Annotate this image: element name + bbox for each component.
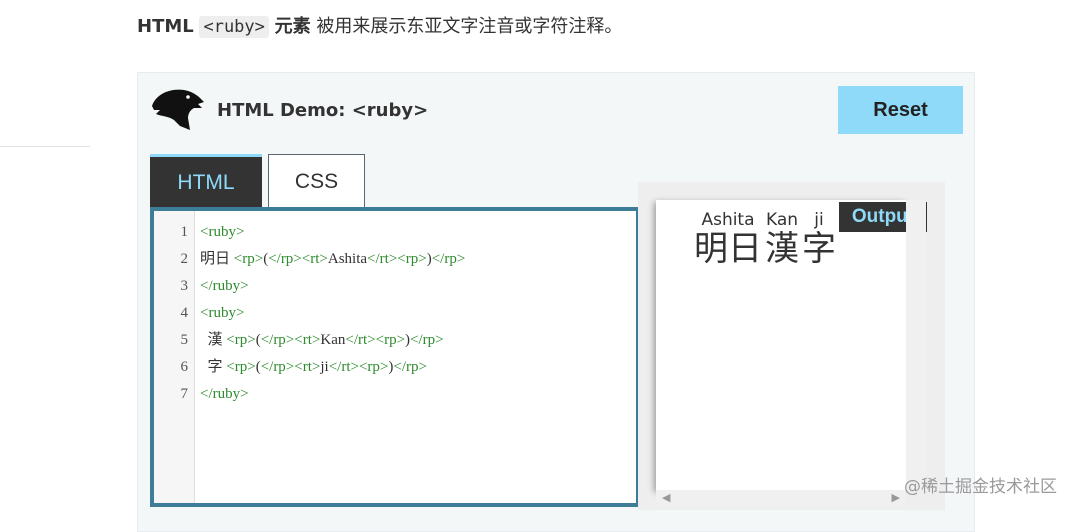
- code-tag: </ruby>: [200, 278, 249, 294]
- divider: [0, 146, 90, 147]
- code-text: </ruby>: [200, 381, 249, 408]
- line-number: 6: [180, 359, 189, 375]
- code-text: <ruby>: [200, 219, 244, 246]
- arrow-left-icon[interactable]: ◀: [662, 490, 670, 506]
- code-tag: </rp><rt>: [260, 332, 321, 348]
- line-number: 1: [180, 224, 189, 240]
- code-tag: <rp>: [226, 332, 256, 348]
- dinosaur-head-icon: [152, 89, 204, 130]
- code-tag: </rt><rp>: [367, 251, 427, 267]
- ruby-base: 漢: [762, 229, 803, 269]
- code-editor[interactable]: 1 <ruby> 2 明日 <rp>(</rp><rt>Ashita</rt><rp>…: [150, 207, 640, 507]
- ruby-ji: 字ji: [802, 210, 837, 269]
- line-number: 2: [180, 251, 189, 267]
- code-tag: <ruby>: [200, 305, 245, 321]
- ruby-base: 字: [802, 229, 837, 269]
- code-text: 字 <rp>(</rp><rt>ji</rt><rp>)</rp>: [200, 354, 427, 381]
- code-text: </ruby>: [200, 273, 249, 300]
- demo-title: HTML Demo: <ruby>: [217, 100, 429, 121]
- code-tag: </rp>: [431, 251, 466, 267]
- code-tag: </rt><rp>: [328, 359, 389, 375]
- code-tag: <rp>: [233, 251, 264, 267]
- code-content: Kan: [320, 332, 346, 348]
- line-number: 3: [180, 278, 189, 294]
- code-text: <ruby>: [200, 300, 244, 327]
- ruby-base: 明日: [694, 229, 762, 269]
- intro-prefix: HTML: [137, 16, 194, 37]
- code-tag: <ruby>: [200, 224, 245, 240]
- code-text: 漢 <rp>(</rp><rt>Kan</rt><rp>)</rp>: [200, 327, 444, 354]
- ruby-output: 明日Ashita漢Kan字ji: [694, 210, 837, 270]
- intro-text: 被用来展示东亚文字注音或字符注释。: [316, 16, 623, 37]
- code-tag: </rt><rp>: [345, 332, 406, 348]
- tab-css[interactable]: CSS: [268, 154, 365, 208]
- code-content: 漢: [200, 332, 227, 348]
- code-content: ji: [320, 359, 329, 375]
- code-tag: </rp><rt>: [268, 251, 328, 267]
- intro-code: <ruby>: [199, 16, 269, 38]
- intro-sentence: HTML <ruby> 元素 被用来展示东亚文字注音或字符注释。: [137, 12, 622, 38]
- ruby-ashita: 明日Ashita: [694, 210, 762, 269]
- vertical-scrollbar[interactable]: [906, 200, 926, 490]
- code-tag: <rp>: [226, 359, 256, 375]
- reset-button[interactable]: Reset: [838, 86, 963, 134]
- ruby-annotation: ji: [806, 210, 833, 230]
- watermark: @稀土掘金技术社区: [904, 477, 1057, 497]
- code-content: Ashita: [327, 251, 368, 267]
- code-text: 明日 <rp>(</rp><rt>Ashita</rt><rp>)</rp>: [200, 246, 465, 273]
- line-number: 4: [180, 305, 189, 321]
- code-tag: </rp><rt>: [260, 359, 321, 375]
- tab-html[interactable]: HTML: [150, 154, 262, 208]
- code-tag: </rp>: [393, 359, 427, 375]
- intro-bold-suffix: 元素: [274, 16, 311, 37]
- ruby-annotation: Ashita: [698, 210, 758, 230]
- ruby-annotation: Kan: [766, 210, 799, 230]
- code-content: 字: [200, 359, 227, 375]
- code-tag: </rp>: [410, 332, 444, 348]
- horizontal-scrollbar[interactable]: ◀ ▶: [656, 490, 906, 506]
- ruby-kan: 漢Kan: [762, 210, 803, 269]
- line-number: 5: [180, 332, 189, 348]
- code-content: 明日: [200, 251, 234, 267]
- line-number: 7: [180, 386, 189, 402]
- code-tag: </ruby>: [200, 386, 249, 402]
- arrow-right-icon[interactable]: ▶: [892, 490, 900, 506]
